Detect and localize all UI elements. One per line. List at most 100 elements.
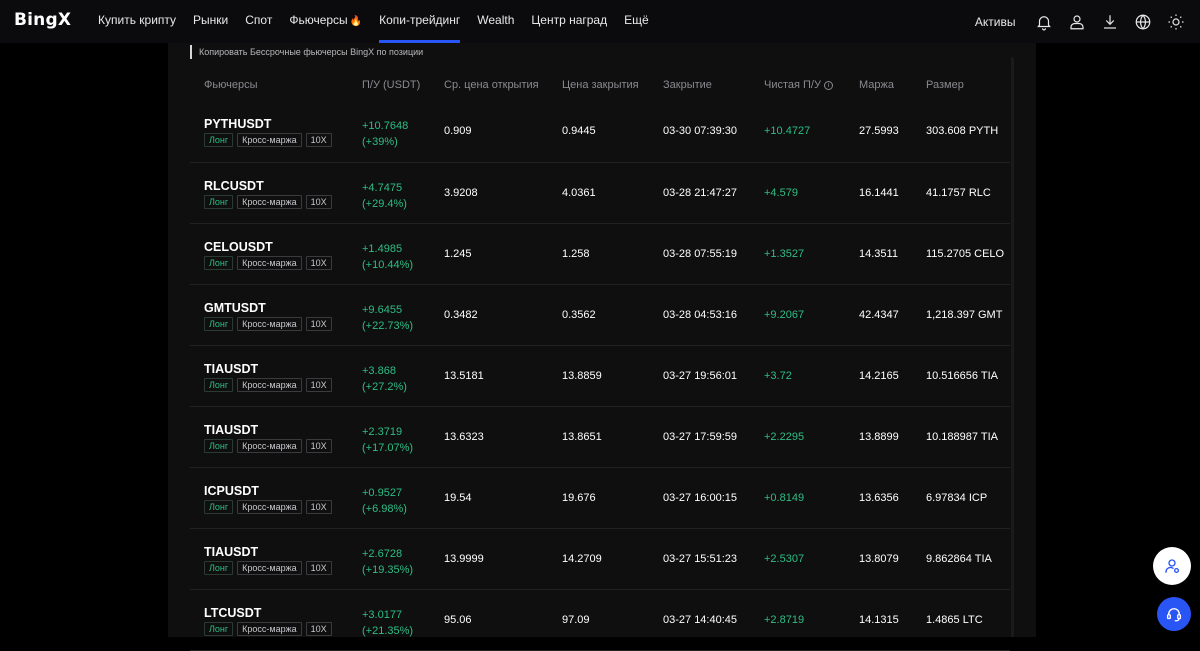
nav-rewards-center[interactable]: Центр наград <box>531 0 607 43</box>
cell-pair: ICPUSDT <box>204 484 259 498</box>
header-size: Размер <box>926 79 964 91</box>
position-tags: Лонг Кросс-маржа 10X <box>204 561 336 575</box>
position-tags: Лонг Кросс-маржа 10X <box>204 378 336 392</box>
cell-pnl-value: +2.3719 <box>362 426 403 438</box>
cell-close-time: 03-28 21:47:27 <box>663 187 738 199</box>
cell-open-price: 1.245 <box>444 248 472 260</box>
table-row[interactable]: RLCUSDT Лонг Кросс-маржа 10X +4.7475 (+29.4%)… <box>190 163 1010 224</box>
cell-close-time: 03-28 07:55:19 <box>663 248 738 260</box>
bell-icon[interactable] <box>1034 12 1054 32</box>
cell-pnl-percent: (+19.35%) <box>362 564 414 576</box>
table-row[interactable]: ICPUSDT Лонг Кросс-маржа 10X +0.9527 (+6.98%)… <box>190 468 1010 529</box>
tag-side: Лонг <box>204 439 234 453</box>
cell-pnl-value: +4.7475 <box>362 182 403 194</box>
header-net-pnl-label: Чистая П/У <box>764 79 821 91</box>
header-pnl: П/У (USDT) <box>362 79 421 91</box>
cell-margin: 27.5993 <box>859 125 899 137</box>
nav-spot[interactable]: Спот <box>245 0 272 43</box>
table-row[interactable]: CELOUSDT Лонг Кросс-маржа 10X +1.4985 (+10.44… <box>190 224 1010 285</box>
cell-size: 10.188987 TIA <box>926 431 998 443</box>
tag-margin-mode: Кросс-маржа <box>237 561 302 575</box>
cell-close-time: 03-27 16:00:15 <box>663 492 738 504</box>
table-row[interactable]: GMTUSDT Лонг Кросс-маржа 10X +9.6455 (+22.73%… <box>190 285 1010 346</box>
table-row[interactable]: TIAUSDT Лонг Кросс-маржа 10X +2.6728 (+19.35%… <box>190 529 1010 590</box>
cell-close-price: 19.676 <box>562 492 596 504</box>
cell-pair: TIAUSDT <box>204 362 259 376</box>
nav-copy-trading[interactable]: Копи-трейдинг <box>379 0 461 43</box>
tag-margin-mode: Кросс-маржа <box>237 622 302 636</box>
nav-wealth[interactable]: Wealth <box>477 0 514 43</box>
cell-close-price: 13.8859 <box>562 370 602 382</box>
tag-margin-mode: Кросс-маржа <box>237 317 302 331</box>
tag-leverage: 10X <box>305 133 332 147</box>
cell-size: 10.516656 TIA <box>926 370 998 382</box>
table-row[interactable]: PYTHUSDT Лонг Кросс-маржа 10X +10.7648 (+39%)… <box>190 101 1010 163</box>
copy-trader-button[interactable] <box>1153 547 1191 585</box>
cell-open-price: 0.909 <box>444 125 472 137</box>
position-tags: Лонг Кросс-маржа 10X <box>204 622 336 636</box>
cell-pnl: +9.6455 (+22.73%) <box>362 302 413 334</box>
cell-net-pnl: +0.8149 <box>764 492 805 504</box>
cell-size: 41.1757 RLC <box>926 187 991 199</box>
assets-link[interactable]: Активы <box>975 15 1016 29</box>
position-tags: Лонг Кросс-маржа 10X <box>204 500 336 514</box>
nav-more[interactable]: Ещё <box>624 0 649 43</box>
position-tags: Лонг Кросс-маржа 10X <box>204 317 336 331</box>
bingx-logo[interactable]: BingX <box>14 10 71 30</box>
tag-leverage: 10X <box>305 622 332 636</box>
support-chat-button[interactable] <box>1157 597 1191 631</box>
tag-side: Лонг <box>204 133 234 147</box>
cell-size: 1,218.397 GMT <box>926 309 1003 321</box>
position-tags: Лонг Кросс-маржа 10X <box>204 439 336 453</box>
cell-net-pnl: +1.3527 <box>764 248 805 260</box>
table-row[interactable]: LTCUSDT Лонг Кросс-маржа 10X +3.0177 (+21.35%… <box>190 590 1010 651</box>
cell-pair: PYTHUSDT <box>204 117 272 131</box>
tag-leverage: 10X <box>305 561 332 575</box>
download-icon[interactable] <box>1100 12 1120 32</box>
cell-net-pnl: +2.5307 <box>764 553 805 565</box>
tag-side: Лонг <box>204 378 234 392</box>
info-icon[interactable]: i <box>823 81 833 90</box>
tag-side: Лонг <box>204 561 234 575</box>
cell-close-price: 97.09 <box>562 614 590 626</box>
cell-pnl-value: +0.9527 <box>362 487 403 499</box>
header-net-pnl: Чистая П/У i <box>764 79 833 91</box>
cell-pnl: +0.9527 (+6.98%) <box>362 485 407 517</box>
table-header: Фьючерсы П/У (USDT) Ср. цена открытия Це… <box>190 71 1010 101</box>
cell-net-pnl: +3.72 <box>764 370 792 382</box>
tag-leverage: 10X <box>305 378 332 392</box>
cell-open-price: 13.5181 <box>444 370 484 382</box>
cell-close-time: 03-28 04:53:16 <box>663 309 738 321</box>
cell-margin: 13.8079 <box>859 553 899 565</box>
nav-futures[interactable]: Фьючерсы 🔥 <box>289 0 362 43</box>
user-icon[interactable] <box>1067 12 1087 32</box>
tag-margin-mode: Кросс-маржа <box>237 133 302 147</box>
globe-icon[interactable] <box>1133 12 1153 32</box>
cell-size: 115.2705 CELO <box>926 248 1005 260</box>
cell-close-price: 14.2709 <box>562 553 602 565</box>
header-close-price: Цена закрытия <box>562 79 639 91</box>
sun-icon[interactable] <box>1166 12 1186 32</box>
cell-open-price: 0.3482 <box>444 309 478 321</box>
cell-open-price: 13.9999 <box>444 553 484 565</box>
table-row[interactable]: TIAUSDT Лонг Кросс-маржа 10X +3.868 (+27.2%) 1… <box>190 346 1010 407</box>
nav-markets[interactable]: Рынки <box>193 0 228 43</box>
cell-close-price: 4.0361 <box>562 187 596 199</box>
header-margin: Маржа <box>859 79 894 91</box>
table-row[interactable]: TIAUSDT Лонг Кросс-маржа 10X +2.3719 (+17.07%… <box>190 407 1010 468</box>
cell-margin: 13.6356 <box>859 492 899 504</box>
cell-open-price: 95.06 <box>444 614 472 626</box>
cell-margin: 16.1441 <box>859 187 899 199</box>
cell-margin: 13.8899 <box>859 431 899 443</box>
table-scrollbar[interactable] <box>1011 57 1014 637</box>
nav-right: Активы <box>975 0 1200 43</box>
tag-side: Лонг <box>204 317 234 331</box>
nav-buy-crypto[interactable]: Купить крипту <box>98 0 176 43</box>
cell-pnl-percent: (+29.4%) <box>362 198 407 210</box>
position-tags: Лонг Кросс-маржа 10X <box>204 133 336 147</box>
cell-pnl: +3.0177 (+21.35%) <box>362 607 413 639</box>
cell-net-pnl: +2.8719 <box>764 614 805 626</box>
tag-margin-mode: Кросс-маржа <box>237 439 302 453</box>
cell-close-time: 03-27 14:40:45 <box>663 614 738 626</box>
cell-pair: GMTUSDT <box>204 301 266 315</box>
